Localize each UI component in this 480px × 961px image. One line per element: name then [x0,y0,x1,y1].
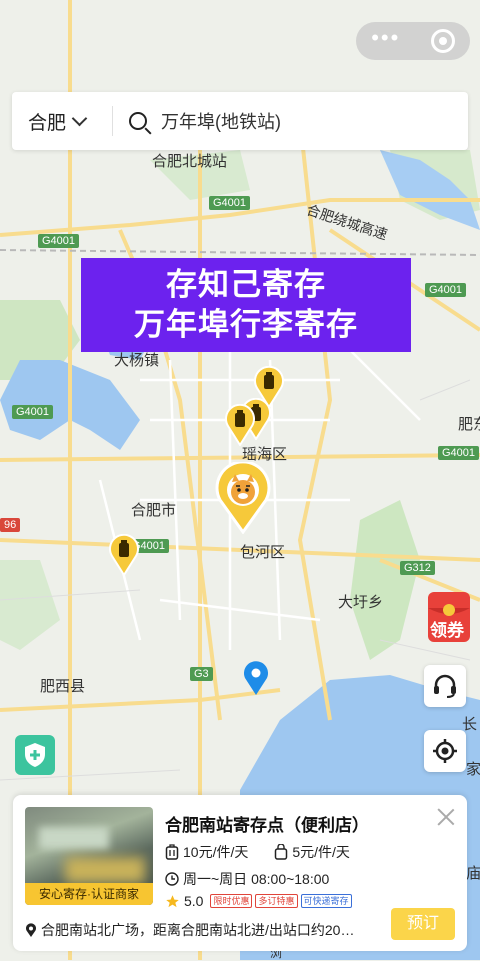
bag-icon [275,844,288,860]
coupon-label: 领券 [430,621,464,640]
rating-row: 5.0 限时优惠 多订特惠 可快递寄存 [165,893,352,909]
city-label: 合肥 [28,112,67,134]
suitcase-price: 10元/件/天 [183,844,249,860]
bag-price: 5元/件/天 [292,844,350,860]
customer-service-button[interactable] [424,665,466,707]
map-label-hefei-city: 合肥市 [131,502,177,519]
shield-plus-icon [25,743,45,767]
storage-pin-icon[interactable] [225,404,255,446]
map-label-dayang: 大杨镇 [114,352,160,369]
tag-limited-offer: 限时优惠 [210,894,253,908]
promo-banner: 存知己寄存 万年埠行李寄存 [81,258,411,352]
road-shield-g4001: G4001 [425,283,467,297]
more-menu-icon[interactable]: ••• [371,27,400,49]
storage-pin-icon[interactable] [109,534,139,576]
locate-icon [433,739,457,763]
price-row: 10元/件/天 5元/件/天 [165,842,350,862]
store-info-card[interactable]: 安心寄存·认证商家 合肥南站寄存点（便利店） 10元/件/天 5元/件/天 周一… [13,795,467,951]
book-button[interactable]: 预订 [391,908,455,940]
city-selector[interactable]: 合肥 [12,106,113,136]
clock-icon [165,872,179,886]
close-program-icon[interactable] [430,29,455,53]
hours-row: 周一~周日 08:00~18:00 [165,869,329,889]
map-label-dayu: 大圩乡 [338,594,384,611]
search-bar[interactable]: 合肥 万年埠(地铁站) [12,92,468,150]
road-shield-g4001: G4001 [38,234,80,248]
road-shield-96: 96 [0,518,21,532]
rating-value: 5.0 [184,893,204,909]
map-label-fei-edge: 肥东 [458,416,480,433]
close-card-icon[interactable] [437,807,455,825]
suitcase-icon [165,844,179,860]
certified-badge: 安心寄存·认证商家 [25,883,153,905]
opening-hours: 周一~周日 08:00~18:00 [183,871,330,887]
user-location-pin-icon [244,661,268,695]
map-label-baohe: 包河区 [240,544,286,561]
mini-program-capsule[interactable]: ••• [356,22,470,60]
search-icon [129,112,147,130]
chevron-down-icon [71,110,88,126]
map-label-miao-edge: 庙 [466,865,480,882]
road-shield-g312: G312 [400,561,435,575]
map-label-north-station: 合肥北城站 [152,153,228,170]
road-shield-g4001: G4001 [209,196,251,210]
location-pin-icon [26,922,36,937]
selected-location-pin-icon[interactable] [214,462,272,534]
map-label-yaohai: 瑶海区 [242,446,288,463]
tag-multi-order-deal: 多订特惠 [255,894,298,908]
tag-express-storage: 可快递寄存 [300,894,352,908]
star-icon [166,894,179,907]
map-label-feixi: 肥西县 [40,678,86,695]
coupon-button[interactable]: 领券 [424,586,474,646]
map-label-jia-edge: 家 [466,761,480,778]
search-input[interactable]: 万年埠(地铁站) [161,108,281,134]
store-title[interactable]: 合肥南站寄存点（便利店） [165,811,369,836]
road-shield-g3: G3 [190,667,213,681]
road-shield-g4001: G4001 [438,446,480,460]
banner-line-2: 万年埠行李寄存 [134,307,358,342]
address-row[interactable]: 合肥南站北广场，距离合肥南站北进/出站口约20… [25,920,354,940]
road-shield-g4001: G4001 [12,405,54,419]
headset-icon [434,674,456,698]
store-address: 合肥南站北广场，距离合肥南站北进/出站口约20… [41,922,355,938]
locate-me-button[interactable] [424,730,466,772]
banner-line-1: 存知己寄存 [166,267,326,302]
safety-button[interactable] [15,735,55,775]
store-photo[interactable]: 安心寄存·认证商家 [25,807,153,905]
